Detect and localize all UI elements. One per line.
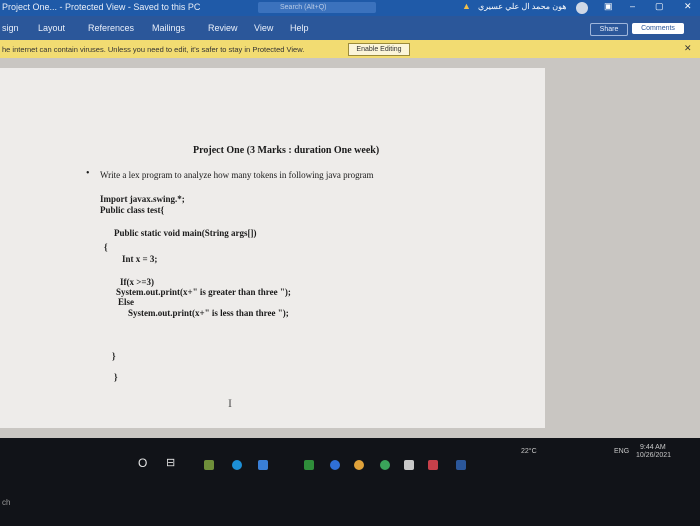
- chrome-icon[interactable]: [380, 460, 390, 470]
- dropbox-icon[interactable]: [258, 460, 268, 470]
- code-line: Int x = 3;: [122, 254, 158, 264]
- language-text[interactable]: ENG: [614, 448, 629, 455]
- user-name[interactable]: هون محمد ال علي عسيري: [478, 2, 567, 11]
- tab-references[interactable]: References: [88, 23, 134, 33]
- task-text: Write a lex program to analyze how many …: [100, 170, 374, 180]
- document-page[interactable]: Project One (3 Marks : duration One week…: [0, 68, 545, 428]
- app-icon[interactable]: [354, 460, 364, 470]
- protected-view-bar: he internet can contain viruses. Unless …: [0, 40, 700, 58]
- code-line: Else: [118, 297, 135, 307]
- title-bar: Project One... - Protected View - Saved …: [0, 0, 700, 16]
- code-line: System.out.print(x+" is greater than thr…: [116, 287, 291, 297]
- tab-view[interactable]: View: [254, 23, 273, 33]
- tab-help[interactable]: Help: [290, 23, 309, 33]
- comments-button[interactable]: Comments: [632, 23, 684, 34]
- comments-label: Comments: [641, 25, 675, 32]
- maximize-icon[interactable]: ▢: [655, 1, 664, 12]
- taskbar: O ⊟ 22°C ENG 9:44 AM 10/26/2021 ch: [0, 438, 700, 526]
- avatar[interactable]: [576, 2, 588, 14]
- search-icon[interactable]: O: [138, 456, 147, 470]
- app-icon[interactable]: [330, 460, 340, 470]
- clock-time[interactable]: 9:44 AM: [640, 444, 666, 451]
- enable-editing-button[interactable]: Enable Editing: [348, 43, 410, 56]
- code-line: Import javax.swing.*;: [100, 194, 185, 204]
- ribbon-display-icon[interactable]: ▣: [604, 1, 613, 12]
- code-line: }: [112, 351, 116, 361]
- window-title: Project One... - Protected View - Saved …: [2, 2, 201, 12]
- side-label: ch: [2, 498, 11, 507]
- text-cursor-icon: I: [228, 396, 232, 410]
- minimize-icon[interactable]: –: [630, 1, 635, 11]
- warning-icon: ▲: [462, 1, 471, 11]
- share-button[interactable]: Share: [590, 23, 628, 36]
- search-box[interactable]: Search (Alt+Q): [258, 2, 376, 13]
- document-area: Project One (3 Marks : duration One week…: [0, 58, 700, 438]
- task-view-icon[interactable]: ⊟: [166, 456, 175, 469]
- tab-layout[interactable]: Layout: [38, 23, 65, 33]
- enable-editing-label: Enable Editing: [356, 46, 402, 53]
- edge-icon[interactable]: [232, 460, 242, 470]
- code-line: {: [104, 242, 108, 252]
- app-icon[interactable]: [428, 460, 438, 470]
- app-icon[interactable]: [404, 460, 414, 470]
- tab-design[interactable]: sign: [2, 23, 19, 33]
- word-icon[interactable]: [456, 460, 466, 470]
- close-icon[interactable]: ✕: [684, 1, 692, 12]
- doc-title: Project One (3 Marks : duration One week…: [193, 145, 380, 156]
- tab-review[interactable]: Review: [208, 23, 238, 33]
- code-line: If(x >=3): [120, 277, 155, 287]
- app-icon[interactable]: [204, 460, 214, 470]
- code-line: Public class test{: [100, 205, 165, 215]
- code-line: System.out.print(x+" is less than three …: [128, 308, 289, 318]
- close-bar-icon[interactable]: ✕: [684, 43, 692, 54]
- protected-view-message: he internet can contain viruses. Unless …: [2, 45, 305, 54]
- tab-mailings[interactable]: Mailings: [152, 23, 185, 33]
- bullet-icon: •: [86, 168, 90, 179]
- search-label: Search (Alt+Q): [280, 4, 327, 11]
- code-line: }: [114, 372, 118, 382]
- app-icon[interactable]: [304, 460, 314, 470]
- weather-text[interactable]: 22°C: [521, 448, 537, 455]
- ribbon-tabs: sign Layout References Mailings Review V…: [0, 16, 700, 40]
- share-label: Share: [599, 26, 619, 33]
- clock-date[interactable]: 10/26/2021: [636, 452, 671, 459]
- code-line: Public static void main(String args[]): [114, 228, 257, 238]
